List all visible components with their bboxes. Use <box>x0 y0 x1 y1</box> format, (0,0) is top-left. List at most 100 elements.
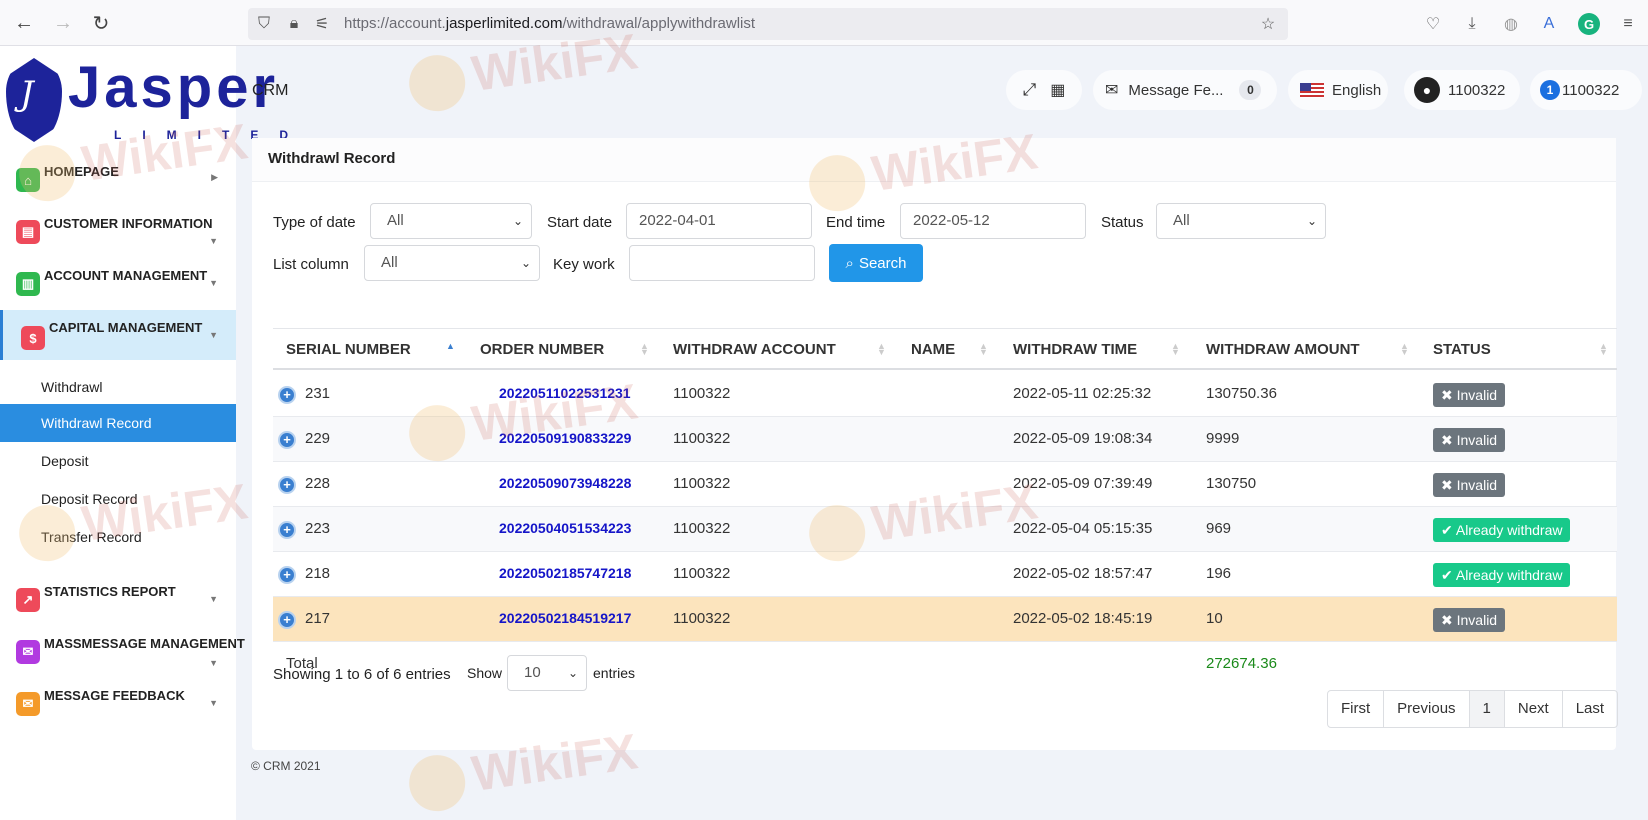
forward-icon[interactable]: → <box>50 10 76 36</box>
language-label: English <box>1332 81 1382 99</box>
fullscreen-icon[interactable]: ⤢ <box>1023 80 1037 100</box>
card-header: Withdrawl Record <box>252 138 1616 182</box>
reload-icon[interactable]: ↻ <box>88 10 114 36</box>
chevron-down-icon: ⌄ <box>567 666 578 680</box>
table-row[interactable]: + 231 20220511022531231 1100322 2022-05-… <box>273 372 1617 417</box>
cell-serial: 223 <box>305 520 331 537</box>
submenu-withdrawl[interactable]: Withdrawl <box>0 368 236 406</box>
cell-order-link[interactable]: 20220511022531231 <box>499 385 631 401</box>
th-order-number[interactable]: ORDER NUMBER <box>480 341 604 358</box>
grid-icon[interactable]: ▦ <box>1050 80 1065 100</box>
user-id: 1100322 <box>1448 81 1506 99</box>
expand-row-icon[interactable]: + <box>278 566 296 584</box>
search-icon: ⌕ <box>845 254 854 272</box>
table-row[interactable]: + 228 20220509073948228 1100322 2022-05-… <box>273 462 1617 507</box>
cell-account: 1100322 <box>673 520 731 537</box>
logo-mark: J <box>20 74 34 114</box>
language-selector[interactable]: English <box>1288 70 1388 110</box>
cell-order-link[interactable]: 20220509073948228 <box>499 475 631 491</box>
cell-order-link[interactable]: 20220502184519217 <box>499 610 631 626</box>
url-text[interactable]: https://account.jasperlimited.com/withdr… <box>344 15 755 32</box>
sort-asc-icon[interactable]: ▲ <box>446 342 455 351</box>
user-menu[interactable]: ● 1100322 <box>1404 70 1520 110</box>
sidebar-item-capital-management[interactable]: $ CAPITAL MANAGEMENT ▼ <box>0 310 236 360</box>
sort-icon[interactable]: ▲ ▼ <box>1171 342 1180 357</box>
th-status[interactable]: STATUS <box>1433 341 1491 358</box>
status-text: Invalid <box>1456 477 1498 493</box>
sidebar-item-statistics-report[interactable]: ↗ STATISTICS REPORT ▼ <box>0 574 236 626</box>
sidebar-item-customer-information[interactable]: ▤ CUSTOMER INFORMATION ▼ <box>0 206 236 258</box>
search-button[interactable]: ⌕ Search <box>829 244 923 282</box>
sort-icon[interactable]: ▲ ▼ <box>877 342 886 357</box>
submenu-withdrawl-record[interactable]: Withdrawl Record <box>0 404 236 442</box>
cell-account: 1100322 <box>673 385 731 402</box>
th-withdraw-account[interactable]: WITHDRAW ACCOUNT <box>673 341 836 358</box>
page-current-button[interactable]: 1 <box>1469 691 1505 727</box>
sidebar-item-massmessage-management[interactable]: ✉ MASSMESSAGE MANAGEMENT ▼ <box>0 626 245 678</box>
sort-icon[interactable]: ▲ ▼ <box>640 342 649 357</box>
sidebar-item-message-feedback[interactable]: ✉ MESSAGE FEEDBACK ▼ <box>0 678 236 730</box>
type-of-date-select[interactable]: All ⌄ <box>370 203 532 239</box>
expand-row-icon[interactable]: + <box>278 611 296 629</box>
expand-row-icon[interactable]: + <box>278 476 296 494</box>
th-withdraw-amount[interactable]: WITHDRAW AMOUNT <box>1206 341 1360 358</box>
back-icon[interactable]: ← <box>11 10 37 36</box>
account-menu[interactable]: 1 1100322 <box>1530 70 1642 110</box>
submenu-transfer-record[interactable]: Transfer Record <box>0 518 236 556</box>
key-work-input[interactable] <box>629 245 815 281</box>
end-time-input[interactable]: 2022-05-12 <box>900 203 1086 239</box>
cell-time: 2022-05-11 02:25:32 <box>1013 385 1152 402</box>
page-next-button[interactable]: Next <box>1505 691 1563 727</box>
lock-icon[interactable]: 🔒︎ <box>284 14 304 34</box>
submenu-deposit-record[interactable]: Deposit Record <box>0 480 236 518</box>
view-tools: ⤢ ▦ <box>1006 70 1082 110</box>
cell-order-link[interactable]: 20220504051534223 <box>499 520 631 536</box>
avatar-icon: ● <box>1414 77 1440 103</box>
page-first-button[interactable]: First <box>1328 691 1385 727</box>
status-select[interactable]: All ⌄ <box>1156 203 1326 239</box>
download-icon[interactable]: ⤓ <box>1461 13 1483 35</box>
table-row[interactable]: + 218 20220502185747218 1100322 2022-05-… <box>273 552 1617 597</box>
start-date-input[interactable]: 2022-04-01 <box>626 203 812 239</box>
page-previous-button[interactable]: Previous <box>1384 691 1470 727</box>
chevron-down-icon: ⌄ <box>512 214 523 228</box>
expand-row-icon[interactable]: + <box>278 521 296 539</box>
show-label: Show <box>467 665 503 681</box>
chevron-down-icon: ▼ <box>209 698 218 708</box>
th-name[interactable]: NAME <box>911 341 955 358</box>
grammarly-icon[interactable]: G <box>1578 13 1600 35</box>
translate-icon[interactable]: A <box>1538 13 1560 35</box>
chevron-right-icon: ▶ <box>211 172 218 182</box>
chevron-down-icon: ⌄ <box>520 256 531 270</box>
message-feedback-button[interactable]: ✉ Message Fe... 0 <box>1093 70 1277 110</box>
submenu-deposit[interactable]: Deposit <box>0 442 236 480</box>
chevron-down-icon: ▼ <box>209 594 218 604</box>
shield-icon[interactable]: ⛉ <box>254 14 274 34</box>
bookmark-star-icon[interactable]: ☆ <box>1258 14 1278 34</box>
sidebar-item-account-management[interactable]: ▥ ACCOUNT MANAGEMENT ▼ <box>0 258 236 310</box>
table-row[interactable]: + 217 20220502184519217 1100322 2022-05-… <box>273 597 1617 642</box>
status-text: Invalid <box>1456 387 1498 403</box>
sidebar-item-homepage[interactable]: ⌂ HOMEPAGE ▶ <box>0 154 236 206</box>
table-row[interactable]: + 223 20220504051534223 1100322 2022-05-… <box>273 507 1617 552</box>
permissions-icon[interactable]: ⚟ <box>312 14 332 34</box>
cell-order-link[interactable]: 20220502185747218 <box>499 565 631 581</box>
url-bar[interactable]: ⛉ 🔒︎ ⚟ https://account.jasperlimited.com… <box>248 8 1288 40</box>
list-column-select[interactable]: All ⌄ <box>364 245 540 281</box>
status-text: Invalid <box>1456 612 1498 628</box>
th-serial-number[interactable]: SERIAL NUMBER <box>286 341 411 358</box>
page-size-select[interactable]: 10 ⌄ <box>507 655 587 691</box>
expand-row-icon[interactable]: + <box>278 386 296 404</box>
th-withdraw-time[interactable]: WITHDRAW TIME <box>1013 341 1137 358</box>
expand-row-icon[interactable]: + <box>278 431 296 449</box>
sort-icon[interactable]: ▲ ▼ <box>1599 342 1608 357</box>
sidebar-item-label: CAPITAL MANAGEMENT <box>49 320 203 335</box>
cell-order-link[interactable]: 20220509190833229 <box>499 430 631 446</box>
sort-icon[interactable]: ▲ ▼ <box>1400 342 1409 357</box>
sort-icon[interactable]: ▲ ▼ <box>979 342 988 357</box>
globe-icon[interactable]: ◍ <box>1500 13 1522 35</box>
table-row[interactable]: + 229 20220509190833229 1100322 2022-05-… <box>273 417 1617 462</box>
menu-icon[interactable]: ≡ <box>1617 13 1639 35</box>
pocket-icon[interactable]: ♡ <box>1422 13 1444 35</box>
page-last-button[interactable]: Last <box>1563 691 1617 727</box>
